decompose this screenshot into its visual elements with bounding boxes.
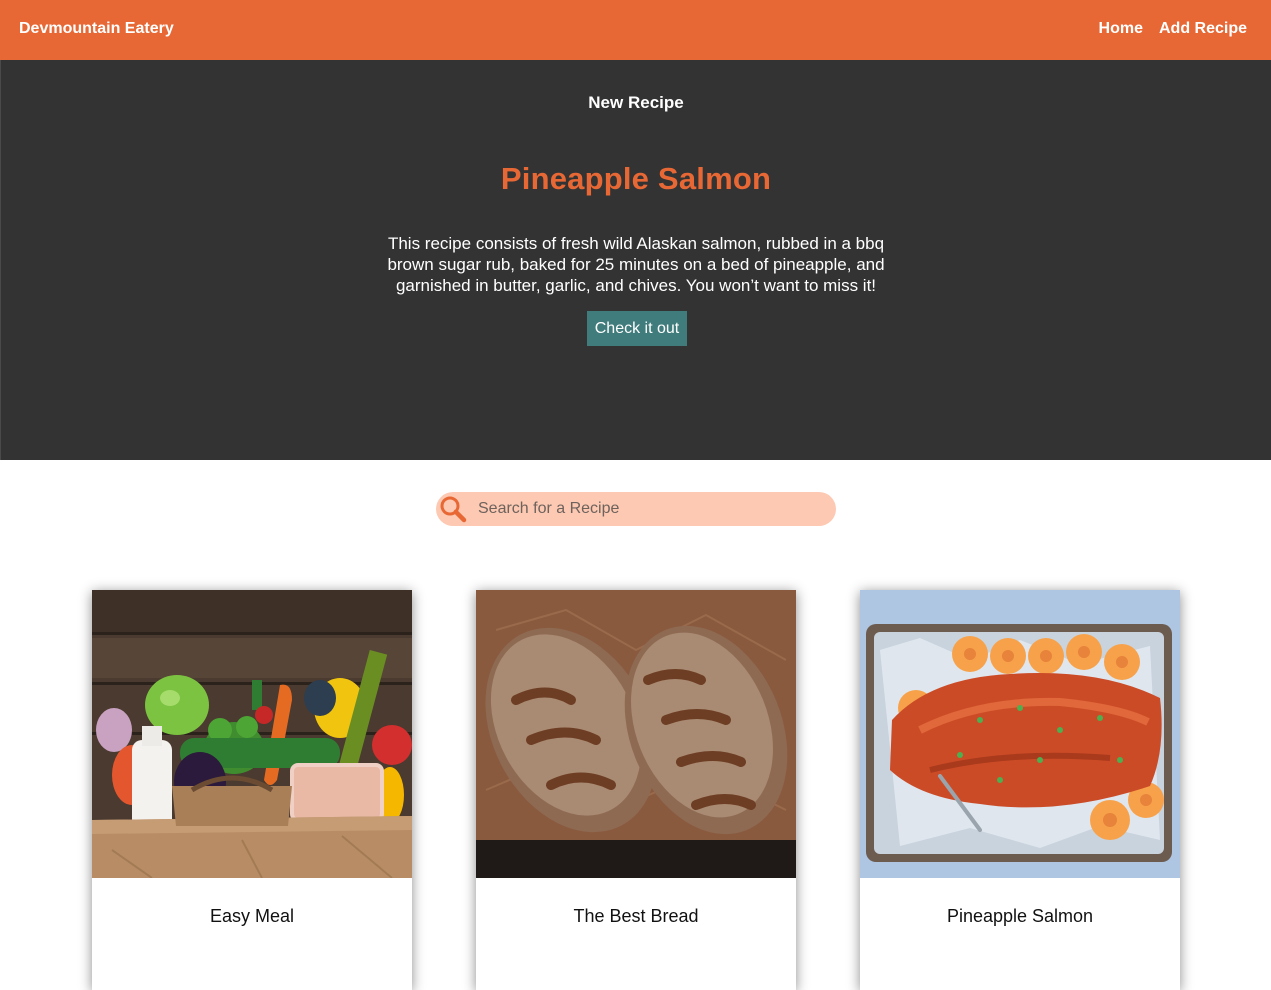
recipe-card-easy-meal[interactable]: Easy Meal	[92, 590, 412, 990]
main-nav: Home Add Recipe	[1099, 19, 1247, 39]
recipe-card-the-best-bread[interactable]: The Best Bread	[476, 590, 796, 990]
search-bar[interactable]	[436, 492, 836, 526]
hero-description: This recipe consists of fresh wild Alask…	[387, 234, 885, 295]
card-title: The Best Bread	[573, 906, 699, 926]
card-title: Easy Meal	[209, 906, 295, 926]
search-icon[interactable]	[438, 492, 468, 526]
hero-eyebrow: New Recipe	[588, 93, 684, 112]
card-title: Pineapple Salmon	[946, 906, 1094, 926]
nav-link-home[interactable]: Home	[1099, 19, 1143, 39]
bread-loaves-image	[476, 590, 796, 878]
grocery-bag-image	[92, 590, 412, 878]
nav-link-add-recipe[interactable]: Add Recipe	[1159, 19, 1247, 39]
recipe-card-pineapple-salmon[interactable]: Pineapple Salmon	[860, 590, 1180, 990]
brand-logo-text[interactable]: Devmountain Eatery	[19, 19, 174, 39]
check-it-out-button[interactable]: Check it out	[587, 311, 687, 346]
hero-banner: New Recipe Pineapple Salmon This recipe …	[0, 60, 1271, 460]
search-input[interactable]	[478, 492, 828, 526]
top-navbar: Devmountain Eatery Home Add Recipe	[0, 0, 1271, 60]
salmon-image	[860, 590, 1180, 878]
hero-title: Pineapple Salmon	[500, 161, 772, 196]
